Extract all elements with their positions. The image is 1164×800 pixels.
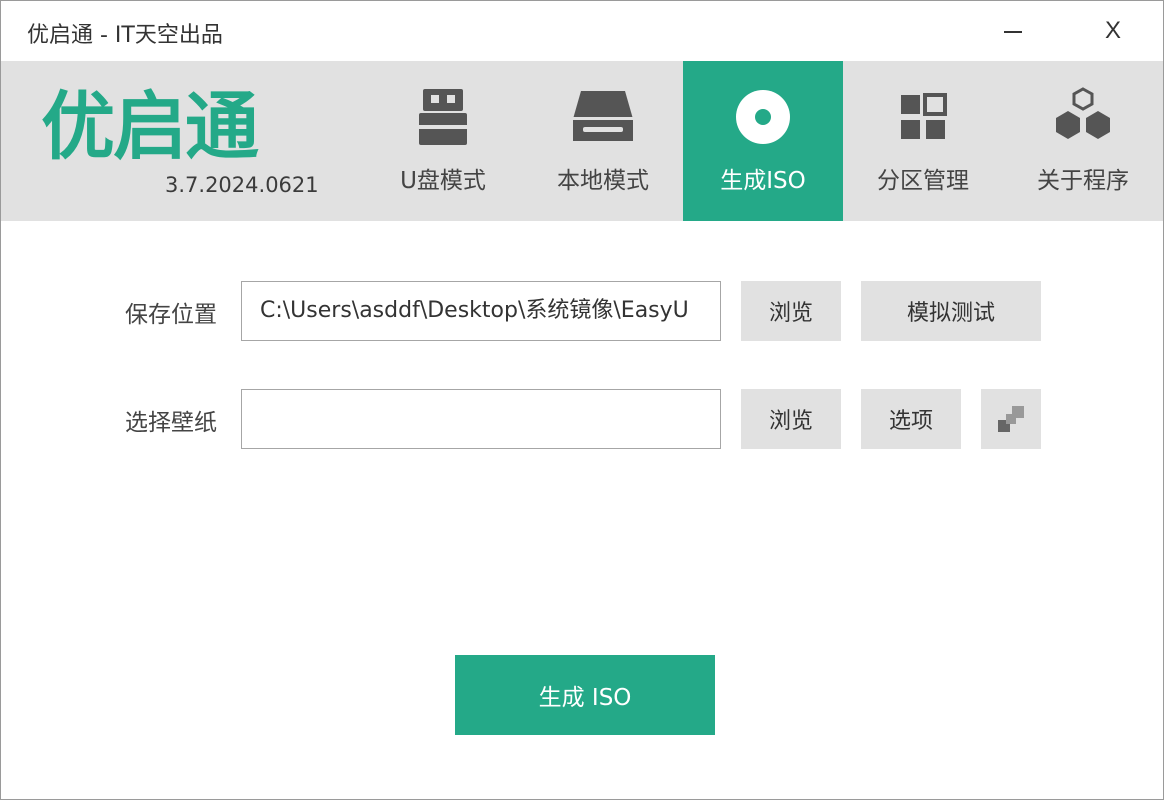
generate-iso-button[interactable]: 生成 ISO <box>455 655 715 735</box>
logo-area: 优启通 3.7.2024.0621 <box>1 61 363 221</box>
save-location-label: 保存位置 <box>125 302 217 328</box>
save-location-browse-button[interactable]: 浏览 <box>741 281 841 341</box>
wallpaper-preview-button[interactable] <box>981 389 1041 449</box>
disc-icon <box>731 87 795 147</box>
tab-label: 关于程序 <box>1037 168 1129 194</box>
tab-label: 生成ISO <box>720 168 806 194</box>
wallpaper-options-button[interactable]: 选项 <box>861 389 961 449</box>
tab-local-mode[interactable]: 本地模式 <box>523 61 683 221</box>
hard-disk-icon <box>571 87 635 147</box>
usb-drive-icon <box>411 87 475 147</box>
tab-generate-iso[interactable]: 生成ISO <box>683 61 843 221</box>
tab-label: U盘模式 <box>400 168 486 194</box>
title-bar[interactable]: 优启通 - IT天空出品 X <box>1 1 1163 61</box>
hexagons-icon <box>1051 87 1115 147</box>
preview-squares-icon <box>998 406 1024 432</box>
minimize-button[interactable] <box>985 1 1041 61</box>
tab-label: 分区管理 <box>877 168 969 194</box>
version-label: 3.7.2024.0621 <box>165 173 319 197</box>
partition-grid-icon <box>891 87 955 147</box>
window-title: 优启通 - IT天空出品 <box>27 23 223 48</box>
close-button[interactable]: X <box>1085 1 1141 61</box>
simulate-test-button[interactable]: 模拟测试 <box>861 281 1041 341</box>
save-location-input[interactable]: C:\Users\asddf\Desktop\系统镜像\EasyU <box>241 281 721 341</box>
app-logo: 优启通 <box>41 84 259 170</box>
header-nav: 优启通 3.7.2024.0621 U盘模式 本地模式 生成ISO 分区管理 关… <box>1 61 1163 221</box>
minimize-icon <box>1004 31 1022 33</box>
tab-usb-mode[interactable]: U盘模式 <box>363 61 523 221</box>
wallpaper-label: 选择壁纸 <box>125 410 217 436</box>
tab-about[interactable]: 关于程序 <box>1003 61 1163 221</box>
tab-partition-manager[interactable]: 分区管理 <box>843 61 1003 221</box>
wallpaper-input[interactable] <box>241 389 721 449</box>
tab-label: 本地模式 <box>557 168 649 194</box>
wallpaper-browse-button[interactable]: 浏览 <box>741 389 841 449</box>
app-window: 优启通 - IT天空出品 X 优启通 3.7.2024.0621 U盘模式 本地… <box>0 0 1164 800</box>
